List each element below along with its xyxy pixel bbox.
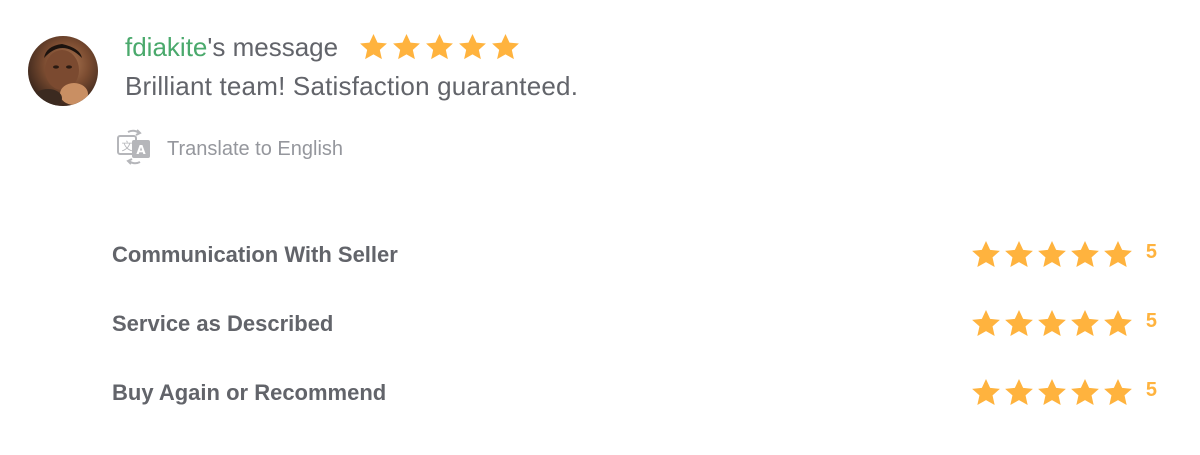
star-icon: [1102, 377, 1134, 409]
rating-value: 5: [1145, 309, 1157, 332]
svg-text:A: A: [136, 143, 146, 157]
username-link[interactable]: fdiakite: [125, 32, 207, 63]
star-icon: [970, 239, 1002, 271]
star-icon: [1102, 239, 1134, 271]
star-icon: [1036, 239, 1068, 271]
review-star-rating: [358, 32, 521, 63]
rating-stars: [970, 308, 1134, 340]
rating-row-communication: Communication With Seller 5: [112, 240, 1157, 270]
rating-stars: [970, 239, 1134, 271]
star-icon: [1003, 377, 1035, 409]
star-icon: [457, 32, 488, 63]
star-icon: [391, 32, 422, 63]
star-icon: [1069, 377, 1101, 409]
rating-row-recommend: Buy Again or Recommend 5: [112, 378, 1157, 408]
star-icon: [1102, 308, 1134, 340]
rating-label: Buy Again or Recommend: [112, 380, 387, 405]
star-icon: [1036, 308, 1068, 340]
avatar[interactable]: [28, 36, 98, 106]
star-icon: [970, 377, 1002, 409]
translate-button[interactable]: 文 A Translate to English: [115, 128, 344, 171]
rating-row-service: Service as Described 5: [112, 309, 1157, 339]
star-icon: [358, 32, 389, 63]
review-message: Brilliant team! Satisfaction guaranteed.: [125, 71, 579, 101]
star-icon: [490, 32, 521, 63]
rating-value: 5: [1145, 240, 1157, 263]
star-icon: [424, 32, 455, 63]
translate-icon: 文 A: [115, 128, 153, 171]
svg-text:文: 文: [122, 139, 133, 153]
review-header: fdiakite 's message: [125, 30, 521, 64]
translate-label: Translate to English: [167, 137, 344, 160]
star-icon: [1069, 308, 1101, 340]
star-icon: [1003, 239, 1035, 271]
star-icon: [1069, 239, 1101, 271]
message-title-suffix: 's message: [207, 31, 339, 62]
rating-label: Service as Described: [112, 311, 334, 336]
rating-label: Communication With Seller: [112, 242, 398, 267]
star-icon: [1036, 377, 1068, 409]
review-card: fdiakite 's message Brilliant team! Sati…: [0, 0, 1200, 455]
star-icon: [970, 308, 1002, 340]
rating-stars: [970, 377, 1134, 409]
rating-value: 5: [1145, 378, 1157, 401]
star-icon: [1003, 308, 1035, 340]
